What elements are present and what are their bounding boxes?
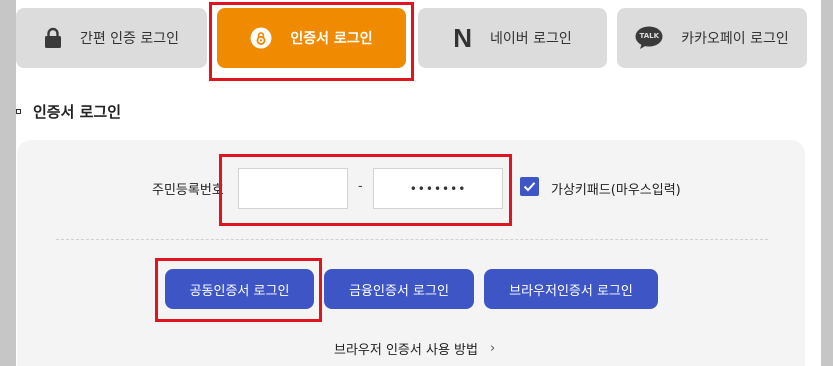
browser-certificate-login-button[interactable]: 브라우저인증서 로그인 (484, 269, 658, 309)
kakao-talk-icon: TALK (635, 26, 663, 50)
tab-kakaopay-label: 카카오페이 로그인 (681, 31, 789, 47)
virtual-keypad-checkbox[interactable] (520, 177, 539, 196)
bullet-icon (16, 109, 21, 114)
rrn-separator: - (358, 179, 363, 194)
certificate-icon (250, 27, 272, 49)
lock-icon (44, 27, 62, 49)
browser-certificate-help-link[interactable]: 브라우저 인증서 사용 방법 › (334, 339, 495, 358)
help-link-label: 브라우저 인증서 사용 방법 (334, 343, 478, 358)
section-title-text: 인증서 로그인 (33, 103, 122, 121)
tab-kakaopay-login[interactable]: TALK 카카오페이 로그인 (617, 8, 807, 68)
tab-naver-label: 네이버 로그인 (490, 31, 572, 47)
virtual-keypad-label: 가상키패드(마우스입력) (551, 183, 681, 198)
chevron-right-icon: › (489, 341, 496, 356)
naver-logo-icon: N (453, 22, 473, 53)
tab-certificate-label: 인증서 로그인 (290, 31, 373, 47)
tab-simple-auth-label: 간편 인증 로그인 (79, 31, 180, 47)
tab-simple-auth-login[interactable]: 간편 인증 로그인 (16, 8, 207, 68)
dashed-divider (56, 239, 768, 240)
tab-certificate-login[interactable]: 인증서 로그인 (217, 8, 406, 68)
financial-certificate-login-button[interactable]: 금융인증서 로그인 (324, 269, 474, 309)
checkmark-icon (523, 182, 536, 192)
tab-naver-login[interactable]: N 네이버 로그인 (418, 8, 607, 68)
rrn-front-input[interactable] (238, 168, 348, 209)
section-title: 인증서 로그인 (16, 101, 121, 122)
joint-certificate-login-button[interactable]: 공동인증서 로그인 (165, 269, 314, 309)
kakao-talk-text: TALK (639, 32, 660, 40)
rrn-back-input[interactable]: ••••••• (373, 168, 503, 209)
rrn-label: 주민등록번호 (152, 183, 224, 198)
